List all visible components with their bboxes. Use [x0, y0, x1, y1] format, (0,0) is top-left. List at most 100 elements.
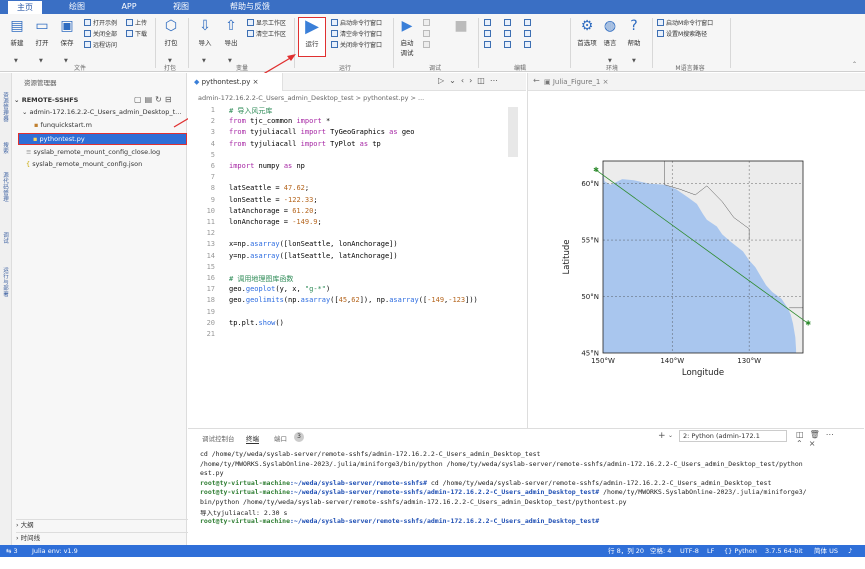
status-position[interactable]: 行 8，列 20 — [608, 545, 644, 557]
code-line[interactable]: from tyjuliacall import TyGeoGraphics as… — [229, 128, 414, 136]
code-line[interactable]: x=np.asarray([lonSeattle, lonAnchorage]) — [229, 240, 398, 248]
activity-debug[interactable]: 调试 — [2, 233, 10, 245]
figure-tab[interactable]: ▣ Julia_Figure_1 × — [544, 73, 608, 91]
tab-help-feedback[interactable]: 帮助与反馈 — [222, 0, 278, 14]
split-terminal-icon[interactable]: ◫ — [796, 430, 810, 439]
activity-search[interactable]: 搜索 — [2, 143, 10, 155]
start-debug-button[interactable]: ▶ 启动 调试 — [396, 17, 418, 57]
format-button[interactable] — [524, 19, 533, 28]
open-example-button[interactable]: 打开示例 — [84, 19, 117, 28]
more-icon[interactable]: ⋯ — [826, 430, 840, 439]
code-line[interactable]: y=np.asarray([latSeattle, latAnchorage]) — [229, 252, 398, 260]
status-spaces[interactable]: 空格: 4 — [650, 545, 671, 557]
import-button[interactable]: ⇩ 导入 — [194, 17, 216, 47]
uncomment-button[interactable] — [484, 30, 493, 39]
back-icon[interactable]: ← — [533, 76, 540, 85]
tree-file-m[interactable]: ▪ funquickstart.m — [34, 120, 184, 130]
run-file-icon[interactable]: ▷ — [438, 76, 449, 85]
show-workspace-button[interactable]: 显示工作区 — [247, 19, 286, 28]
code-line[interactable]: geo.geoplot(y, x, "g-*") — [229, 285, 330, 293]
refresh-icon[interactable]: ↻ — [155, 95, 165, 104]
outline-section[interactable]: › 大纲 — [16, 519, 191, 529]
tree-file-log[interactable]: ≡ syslab_remote_mount_config_close.log — [26, 147, 186, 157]
save-button[interactable]: ▣ 保存 — [56, 17, 78, 47]
status-eol[interactable]: LF — [707, 545, 714, 557]
open-chevron-down-icon[interactable]: ▼ — [39, 58, 43, 64]
pack-button[interactable]: ⬡ 打包 — [160, 17, 182, 47]
tab-plot[interactable]: 绘图 — [60, 0, 94, 14]
trash-icon[interactable]: 🗑 — [810, 430, 826, 439]
start-m-cmd-button[interactable]: 启动M命令行窗口 — [657, 19, 713, 28]
goto-button[interactable] — [504, 41, 513, 50]
replace-button[interactable] — [504, 30, 513, 39]
activity-run-deploy[interactable]: 运行与部署 — [2, 268, 10, 298]
new-folder-icon[interactable]: ▤ — [145, 95, 156, 104]
status-julia-env[interactable]: Julia env: v1.9 — [32, 545, 78, 557]
activity-source-control[interactable]: 源代码管理 — [2, 173, 10, 203]
unfold-button[interactable] — [524, 41, 533, 50]
export-button[interactable]: ⇧ 导出 — [220, 17, 242, 47]
activity-explorer[interactable]: 资源管理器 — [2, 93, 10, 123]
close-icon[interactable]: × — [250, 78, 259, 86]
open-button[interactable]: ▭ 打开 — [31, 17, 53, 47]
tab-home[interactable]: 主页 — [8, 0, 42, 14]
status-interpreter[interactable]: 3.7.5 64-bit — [765, 545, 803, 557]
tab-ports[interactable]: 端口 — [274, 433, 287, 443]
set-m-path-button[interactable]: 设置M搜索路径 — [657, 30, 707, 39]
comment-button[interactable] — [484, 19, 493, 28]
tab-app[interactable]: APP — [112, 0, 146, 14]
import-chevron-down-icon[interactable]: ▼ — [202, 58, 206, 64]
code-line[interactable]: import numpy as np — [229, 162, 305, 170]
code-line[interactable]: latAnchorage = 61.20; — [229, 207, 318, 215]
code-line[interactable]: # 调用地理图库函数 — [229, 274, 293, 284]
code-line[interactable]: geo.geolimits(np.asarray([45,62]), np.as… — [229, 296, 478, 304]
editor-tab-pythontest[interactable]: ◆ pythontest.py × — [188, 73, 283, 91]
start-cmd-window-button[interactable]: 启动命令行窗口 — [331, 19, 382, 28]
collapse-all-icon[interactable]: ⊟ — [165, 95, 175, 104]
fold-button[interactable] — [524, 30, 533, 39]
close-cmd-window-button[interactable]: 关闭命令行窗口 — [331, 41, 382, 50]
collapse-ribbon-icon[interactable]: ⌃ — [852, 61, 857, 68]
help-button[interactable]: ? 帮助 — [624, 17, 644, 47]
terminal-select[interactable]: 2: Python (admin-172.1 — [679, 430, 787, 442]
status-encoding[interactable]: UTF-8 — [680, 545, 699, 557]
upload-button[interactable]: 上传 — [126, 19, 147, 28]
code-line[interactable]: lonSeattle = -122.33; — [229, 196, 318, 204]
tab-view[interactable]: 视图 — [164, 0, 198, 14]
status-remote[interactable]: ⇆ 3 — [6, 545, 18, 557]
code-line[interactable]: # 导入风元库 — [229, 106, 272, 116]
back-icon[interactable]: ‹ — [461, 76, 469, 85]
code-line[interactable]: from tjc_common import * — [229, 117, 330, 125]
tab-terminal[interactable]: 终端 — [246, 433, 259, 444]
clear-cmd-window-button[interactable]: 清空命令行窗口 — [331, 30, 382, 39]
tree-folder[interactable]: ⌄ admin-172.16.2.2-C_Users_admin_Desktop… — [22, 107, 187, 117]
new-chevron-down-icon[interactable]: ▼ — [14, 58, 18, 64]
more-icon[interactable]: ⋯ — [490, 76, 503, 85]
code-line[interactable]: tp.plt.show() — [229, 319, 284, 327]
notifications-bell-icon[interactable]: ♪ — [848, 545, 852, 557]
close-icon[interactable]: × — [600, 78, 609, 86]
new-file-icon[interactable]: ▢ — [134, 95, 145, 104]
split-editor-icon[interactable]: ◫ — [477, 76, 490, 85]
code-area[interactable]: 1 # 导入风元库 2 from tjc_common import * 3 from t… — [188, 106, 526, 426]
tree-file-json[interactable]: { syslab_remote_mount_config.json — [26, 159, 186, 169]
timeline-section[interactable]: › 时间线 — [16, 532, 191, 542]
close-icon[interactable]: × — [809, 439, 822, 448]
tab-debug-console[interactable]: 调试控制台 — [202, 433, 235, 443]
maximize-icon[interactable]: ⌃ — [796, 439, 809, 448]
preferences-button[interactable]: ⚙ 首选项 — [575, 17, 599, 47]
add-terminal-icon[interactable]: + — [658, 431, 666, 441]
status-language[interactable]: {} Python — [724, 545, 757, 557]
clear-workspace-button[interactable]: 清空工作区 — [247, 30, 286, 39]
code-line[interactable]: latSeattle = 47.62; — [229, 184, 309, 192]
stop-debug-button[interactable]: ■ — [452, 17, 470, 37]
breadcrumb[interactable]: admin-172.16.2.2-C_Users_admin_Desktop_t… — [198, 94, 424, 102]
step-over-button[interactable] — [423, 19, 432, 28]
remote-access-button[interactable]: 远程访问 — [84, 41, 117, 50]
status-locale[interactable]: 简体 US — [814, 545, 838, 557]
minimap[interactable] — [508, 107, 518, 157]
step-out-button[interactable] — [423, 41, 432, 50]
new-button[interactable]: ▤ 新建 — [6, 17, 28, 47]
code-line[interactable]: from tyjuliacall import TyPlot as tp — [229, 140, 381, 148]
find-button[interactable] — [504, 19, 513, 28]
